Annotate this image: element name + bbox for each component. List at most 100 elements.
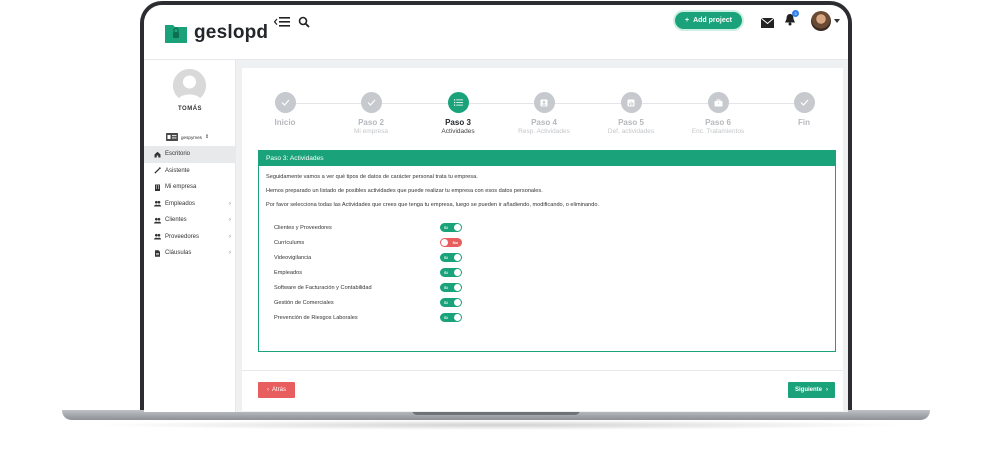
activity-toggle[interactable]: Sí	[440, 253, 462, 262]
plus-icon: +	[685, 17, 690, 24]
users-icon	[154, 233, 161, 240]
activity-toggle[interactable]: No	[440, 238, 462, 247]
company-selector[interactable]: gespymes ⇕	[166, 132, 212, 142]
brand-logo[interactable]: geslopd	[164, 21, 268, 45]
toggle-text: Sí	[444, 225, 448, 230]
profile-avatar[interactable]	[173, 69, 206, 102]
chevron-right-icon: ›	[229, 250, 231, 256]
activities-panel: Paso 3: Actividades Seguidamente vamos a…	[258, 150, 836, 352]
sidebar: TOMÁS gespymes ⇕ Escritorio Asistente Mi…	[144, 60, 236, 412]
chevron-left-icon: ‹	[266, 387, 269, 393]
activity-row: Videovigilancia Sí	[274, 253, 464, 263]
activity-label: Empleados	[274, 270, 302, 276]
users-icon	[154, 200, 161, 207]
step-paso-3[interactable]: Paso 3 Actividades	[418, 92, 498, 135]
sidebar-item-clientes[interactable]: Clientes ›	[144, 212, 236, 229]
activity-label: Prevención de Riesgos Laborales	[274, 315, 358, 321]
check-icon	[360, 92, 382, 113]
next-button[interactable]: Siguiente ›	[788, 382, 835, 398]
briefcase-icon	[707, 92, 729, 113]
check-icon	[793, 92, 815, 113]
menu-toggle-icon[interactable]	[273, 15, 290, 29]
id-card-icon	[166, 133, 178, 141]
sort-icon: ⇕	[204, 134, 210, 140]
chevron-right-icon: ›	[229, 233, 231, 240]
toggle-knob	[441, 239, 448, 246]
check-icon	[274, 92, 296, 113]
toggle-text: No	[452, 240, 458, 245]
intro-text-3: Por favor selecciona todas las Actividad…	[266, 202, 600, 208]
company-name: gespymes	[181, 134, 202, 140]
top-bar: geslopd + Add project 3	[144, 5, 848, 60]
toggle-text: Sí	[444, 300, 448, 305]
toggle-knob	[454, 269, 461, 276]
step-title: Paso 2	[358, 118, 384, 127]
mail-icon[interactable]	[760, 15, 775, 28]
search-icon[interactable]	[298, 15, 310, 28]
step-title: Fin	[798, 118, 810, 127]
sidebar-item-escritorio[interactable]: Escritorio	[144, 146, 236, 163]
toggle-text: Sí	[444, 285, 448, 290]
sidebar-nav: Escritorio Asistente Mi empresa Empleado…	[144, 146, 236, 262]
chevron-right-icon: ›	[229, 200, 231, 207]
back-label: Atrás	[271, 387, 286, 393]
activity-label: Gestión de Comerciales	[274, 300, 334, 306]
activity-toggle[interactable]: Sí	[440, 268, 462, 277]
laptop-mockup: geslopd + Add project 3 TOMÁS gespymes ⇕…	[0, 0, 1001, 453]
main-content: Inicio Paso 2 Mi empresa Paso 3 Activida…	[236, 60, 848, 412]
user-avatar[interactable]	[811, 11, 831, 31]
document-icon	[154, 250, 161, 257]
step-paso-4[interactable]: Paso 4 Resp. Actividades	[504, 92, 584, 135]
chart-doc-icon	[620, 92, 642, 113]
sidebar-item-mi-empresa[interactable]: Mi empresa	[144, 179, 236, 196]
activity-row: Gestión de Comerciales Sí	[274, 298, 464, 308]
toggle-knob	[454, 314, 461, 321]
activity-row: Empleados Sí	[274, 268, 464, 278]
intro-text-2: Hemos preparado un listado de posibles a…	[266, 188, 543, 194]
wand-icon	[154, 167, 161, 174]
step-title: Paso 6	[705, 118, 731, 127]
step-subtitle: Enc. Tratamientos	[691, 128, 745, 135]
activity-toggle[interactable]: Sí	[440, 283, 462, 292]
sidebar-item-label: Escritorio	[165, 151, 191, 158]
sidebar-item-empleados[interactable]: Empleados ›	[144, 196, 236, 213]
footer-divider	[242, 370, 843, 371]
step-paso-5[interactable]: Paso 5 Def. actividades	[591, 92, 671, 135]
building-icon	[154, 184, 161, 191]
intro-text-1: Seguidamente vamos a ver qué tipos de da…	[266, 174, 478, 180]
chevron-right-icon: ›	[826, 387, 828, 393]
step-paso-2[interactable]: Paso 2 Mi empresa	[331, 92, 411, 135]
activity-toggle[interactable]: Sí	[440, 298, 462, 307]
sidebar-item-clausulas[interactable]: Cláusulas ›	[144, 245, 236, 262]
sidebar-item-label: Empleados	[165, 200, 196, 207]
step-paso-6[interactable]: Paso 6 Enc. Tratamientos	[678, 92, 758, 135]
activity-row: Currículums No	[274, 238, 464, 248]
step-subtitle: Actividades	[441, 128, 475, 135]
notification-badge: 3	[792, 10, 799, 17]
step-fin[interactable]: Fin	[764, 92, 844, 128]
step-subtitle: Def. actividades	[607, 128, 655, 135]
chevron-down-icon[interactable]	[834, 19, 840, 23]
sidebar-item-label: Mi empresa	[165, 184, 197, 191]
step-subtitle: Mi empresa	[354, 128, 388, 135]
sidebar-item-proveedores[interactable]: Proveedores ›	[144, 229, 236, 246]
add-project-label: Add project	[693, 17, 732, 24]
activity-toggle[interactable]: Sí	[440, 223, 462, 232]
wizard-card: Inicio Paso 2 Mi empresa Paso 3 Activida…	[242, 68, 843, 411]
sidebar-item-label: Asistente	[165, 167, 190, 174]
sidebar-item-asistente[interactable]: Asistente	[144, 163, 236, 180]
sidebar-item-label: Proveedores	[165, 233, 200, 240]
toggle-text: Sí	[444, 255, 448, 260]
next-label: Siguiente	[794, 387, 822, 393]
sidebar-item-label: Cláusulas	[165, 250, 192, 257]
home-icon	[154, 151, 161, 158]
activity-label: Clientes y Proveedores	[274, 225, 332, 231]
sidebar-item-label: Clientes	[165, 217, 187, 224]
activity-toggle[interactable]: Sí	[440, 313, 462, 322]
add-project-button[interactable]: + Add project	[675, 12, 742, 29]
toggle-text: Sí	[444, 270, 448, 275]
toggle-knob	[454, 299, 461, 306]
step-inicio[interactable]: Inicio	[245, 92, 325, 128]
back-button[interactable]: ‹ Atrás	[258, 382, 295, 398]
laptop-shadow	[90, 420, 910, 430]
